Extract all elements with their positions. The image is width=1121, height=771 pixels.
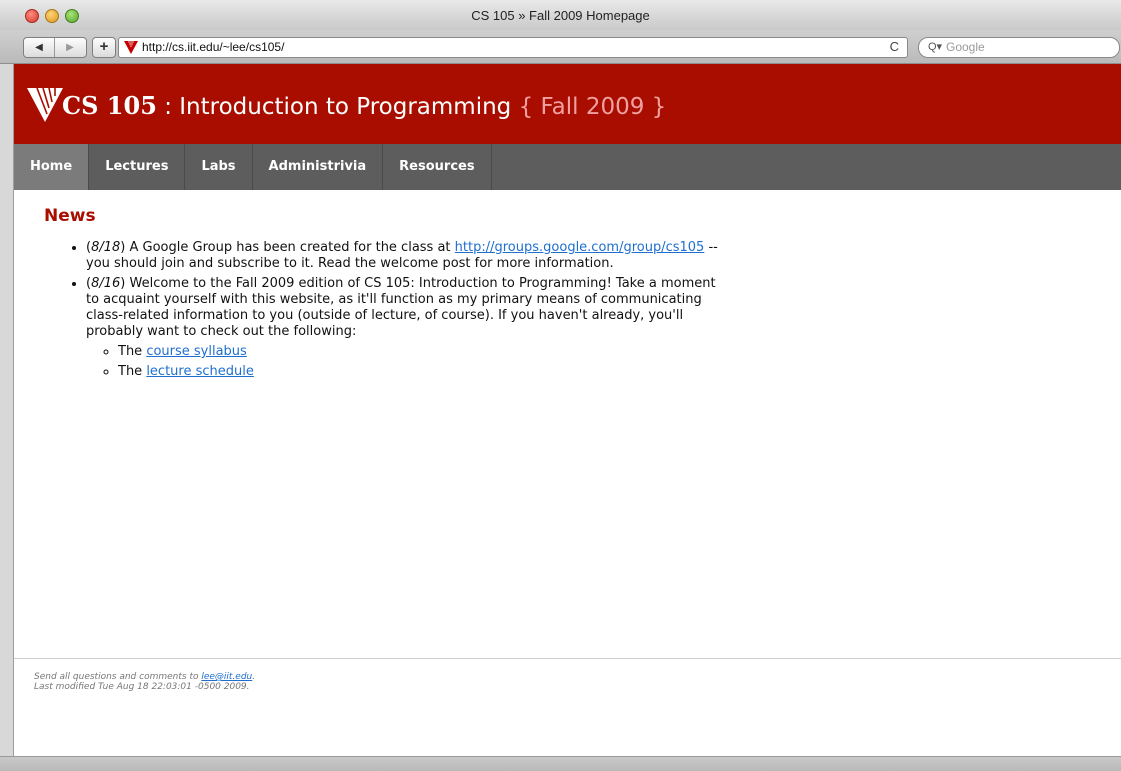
plus-icon: + [99,38,109,55]
site-header: CS 105 : Introduction to Programming { F… [14,64,1121,144]
add-bookmark-button[interactable]: + [92,37,116,58]
search-icon: Q▾ [928,41,943,53]
course-code: CS 105 [62,91,157,120]
list-item: The course syllabus [118,344,724,360]
nav-labs[interactable]: Labs [185,144,253,190]
nav-lectures[interactable]: Lectures [89,144,186,190]
page-footer: Send all questions and comments to lee@i… [34,672,255,692]
list-item-prefix: The [118,364,147,379]
course-syllabus-link[interactable]: course syllabus [146,344,247,359]
list-item-prefix: The [118,344,147,359]
google-group-link[interactable]: http://groups.google.com/group/cs105 [455,240,705,255]
title-bar: CS 105 » Fall 2009 Homepage [0,0,1121,31]
history-buttons: ◀ ▶ [23,37,87,58]
site-title: CS 105 : Introduction to Programming { F… [62,91,666,120]
url-text: http://cs.iit.edu/~lee/cs105/ [142,40,285,54]
forward-arrow-icon: ▶ [66,42,74,53]
back-arrow-icon: ◀ [35,42,43,53]
list-item: The lecture schedule [118,364,724,380]
search-field[interactable]: Q▾ Google [918,37,1120,58]
nav-administrivia[interactable]: Administrivia [253,144,384,190]
news-text: Welcome to the Fall 2009 edition of CS 1… [86,276,716,339]
nav-home[interactable]: Home [14,144,90,190]
news-date: 8/16 [91,276,121,291]
course-term: { Fall 2009 } [511,94,667,120]
browser-toolbar: ◀ ▶ + http://cs.iit.edu/~lee/cs105/ C Q▾… [0,30,1121,64]
reload-icon[interactable]: C [890,39,899,54]
news-item: (8/16) Welcome to the Fall 2009 edition … [86,276,724,380]
browser-window: CS 105 » Fall 2009 Homepage ◀ ▶ + http:/… [0,0,1121,771]
page-viewport: CS 105 : Introduction to Programming { F… [13,64,1121,756]
search-placeholder: Google [946,40,985,54]
back-button[interactable]: ◀ [24,38,55,57]
favicon-icon [124,41,138,54]
title-separator: : [156,94,180,120]
news-text: A Google Group has been created for the … [125,240,455,255]
news-heading: News [44,206,96,226]
footer-divider [14,658,1121,659]
news-list: (8/18) A Google Group has been created f… [44,240,724,380]
main-content: News (8/18) A Google Group has been crea… [44,206,724,384]
main-nav: Home Lectures Labs Administrivia Resourc… [14,144,1121,190]
nav-resources[interactable]: Resources [383,144,492,190]
last-modified: Last modified Tue Aug 18 22:03:01 -0500 … [34,682,250,692]
footer-contact: Send all questions and comments to lee@i… [34,672,255,682]
resource-links: The course syllabus The lecture schedule [86,344,724,380]
news-date: 8/18 [91,240,121,255]
address-bar[interactable]: http://cs.iit.edu/~lee/cs105/ C [118,37,908,58]
course-name: Introduction to Programming [179,94,512,120]
status-bar [0,756,1121,771]
window-title: CS 105 » Fall 2009 Homepage [471,8,650,23]
iit-logo-icon [27,87,63,122]
news-item: (8/18) A Google Group has been created f… [86,240,724,272]
lecture-schedule-link[interactable]: lecture schedule [146,364,254,379]
email-link[interactable]: lee@iit.edu [201,672,252,682]
forward-button[interactable]: ▶ [55,38,85,57]
footer-contact-text: Send all questions and comments to [34,672,202,682]
footer-period: . [252,672,256,682]
